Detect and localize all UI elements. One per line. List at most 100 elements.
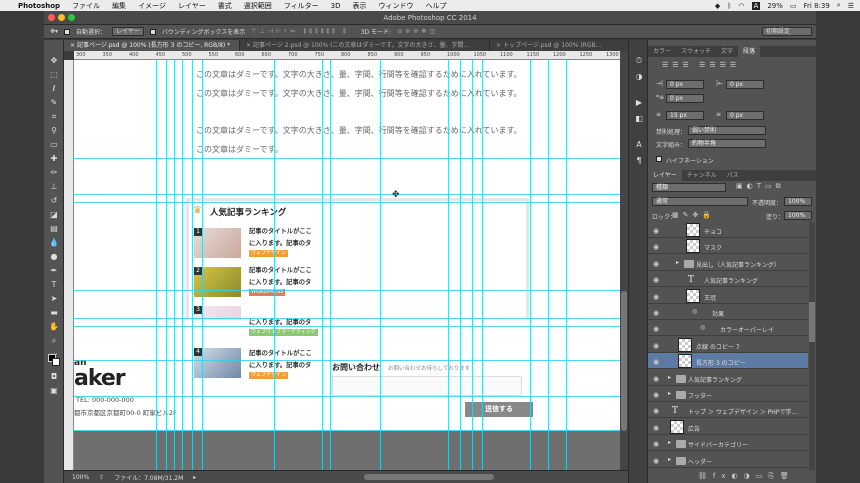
vertical-guide[interactable]	[448, 60, 449, 470]
space-before-field[interactable]: 15 px	[666, 111, 704, 120]
layer-thumbnail[interactable]	[686, 223, 700, 237]
adjust-panel-icon[interactable]: ◧	[634, 114, 644, 124]
indent-left-field[interactable]: 0 px	[666, 80, 704, 89]
marquee-tool-icon[interactable]: ⬚	[49, 70, 59, 80]
eye-icon[interactable]: ◉	[653, 342, 661, 350]
quick-mask-icon[interactable]: ◘	[49, 372, 59, 382]
3d-mode-icons[interactable]: ◎✢✢✥◫	[397, 28, 438, 35]
layer-row[interactable]: ◉ T トップ ＞ ウェブデザイン ＞ PHPで学…	[648, 402, 808, 419]
horizontal-guide[interactable]	[74, 326, 620, 327]
ruler-tool-icon[interactable]: ▭	[49, 140, 59, 150]
layer-row[interactable]: ◉ ▸ 見出し（人気記事ランキング）	[648, 255, 808, 271]
vertical-guide[interactable]	[174, 60, 175, 470]
rank-category-tag[interactable]: ウェブウェブマーケティング	[249, 329, 318, 336]
lock-icons[interactable]: ▦✎✥🔒	[672, 211, 715, 219]
footer-tel[interactable]: TEL: 000-000-000	[76, 396, 134, 404]
close-icon[interactable]: ×	[496, 42, 503, 49]
rank-category-tag[interactable]: ウェブデザイン	[249, 372, 289, 379]
vertical-guide[interactable]	[274, 60, 275, 470]
bluetooth-icon[interactable]: ᛒ	[727, 2, 731, 10]
type-tool-icon[interactable]: T	[49, 280, 59, 290]
contact-subtitle[interactable]: お問い合わせお待ちしております	[388, 364, 470, 372]
tab-document-3[interactable]: × トップページ.psd @ 100% (RGB…	[490, 40, 636, 51]
layer-name[interactable]: 人気記事ランキング	[704, 276, 758, 285]
layer-row[interactable]: ◉ ◎ カラーオーバーレイ	[648, 320, 808, 337]
horizontal-ruler[interactable]: 300 350 400 450 500 550 600 650 700 750 800 850 900 9…	[74, 51, 620, 60]
quick-select-tool-icon[interactable]: ✎	[49, 98, 59, 108]
menu-edit[interactable]: 編集	[112, 1, 126, 11]
pasteboard[interactable]: この文章はダミーです。文字の大きさ、量、字間、行間等を確認するために入れています…	[74, 60, 620, 470]
dropbox-icon[interactable]: ◆	[715, 2, 720, 10]
layer-row[interactable]: ◉ 点線 のコピー 7	[648, 337, 808, 353]
horizontal-guide[interactable]	[74, 396, 620, 397]
brush-tool-icon[interactable]: ✏	[49, 168, 59, 178]
paragraph-align-icons[interactable]: ☰☰☰ ☰☰☰☰	[662, 61, 740, 69]
history-panel-icon[interactable]: ⏱	[634, 56, 644, 66]
layer-name[interactable]: 見出し（人気記事ランキング）	[696, 260, 780, 269]
status-arrow-icon[interactable]: ▸	[193, 474, 196, 481]
eye-icon[interactable]: ◉	[653, 375, 661, 383]
workspace-dropdown[interactable]: 初期設定	[762, 27, 812, 36]
eye-icon[interactable]: ◉	[653, 260, 661, 268]
layer-name[interactable]: サイドバーカテゴリー	[688, 440, 748, 449]
shape-tool-icon[interactable]: ▬	[49, 308, 59, 318]
opacity-field[interactable]: 100%	[784, 197, 812, 206]
tab-paths[interactable]: パス	[722, 170, 744, 181]
vertical-guide[interactable]	[530, 60, 531, 470]
eye-icon[interactable]: ◉	[653, 309, 661, 317]
spotlight-icon[interactable]: ⌕	[837, 1, 841, 10]
clock[interactable]: Fri 8:39	[804, 2, 830, 10]
hand-tool-icon[interactable]: ✋	[49, 322, 59, 332]
horizontal-guide[interactable]	[74, 360, 620, 361]
layer-name[interactable]: 広告	[688, 424, 700, 433]
eye-icon[interactable]: ◉	[653, 325, 661, 333]
eye-icon[interactable]: ◉	[653, 391, 661, 399]
chevron-right-icon[interactable]: ▸	[668, 439, 671, 446]
vertical-ruler[interactable]	[64, 60, 74, 470]
align-icons[interactable]: ⊤⊥⊣⊢⊦⊨ ⫼⫼⫼⫼⫼⫼ ⫼	[251, 28, 348, 36]
contact-textarea[interactable]	[332, 376, 522, 396]
vertical-guide[interactable]	[482, 60, 483, 470]
layer-thumbnail[interactable]	[686, 288, 700, 303]
vertical-scroll-thumb[interactable]	[621, 291, 627, 431]
body-paragraph-1[interactable]: この文章はダミーです。文字の大きさ、量、字間、行間等を確認するために入れています…	[196, 66, 522, 103]
layer-row[interactable]: ◉ 王冠	[648, 288, 808, 304]
menu-select[interactable]: 選択範囲	[244, 1, 272, 11]
eye-icon[interactable]: ◉	[653, 358, 661, 366]
layer-thumbnail[interactable]	[670, 419, 684, 434]
eye-icon[interactable]: ◉	[653, 276, 661, 284]
layer-name[interactable]: 人気記事ランキング	[688, 375, 742, 384]
kinsoku-dropdown[interactable]: 弱い禁則	[688, 126, 766, 135]
rank-title-line1[interactable]: 記事のタイトルがここ	[249, 348, 312, 357]
eye-icon[interactable]: ◉	[653, 243, 661, 251]
export-icon[interactable]: ⇪	[99, 474, 104, 481]
rank-title-line2[interactable]: に入ります。記事のタ	[249, 360, 311, 369]
submit-button[interactable]: 送信する	[465, 402, 533, 417]
vertical-guide[interactable]	[380, 60, 381, 470]
eye-icon[interactable]: ◉	[653, 457, 661, 465]
body-paragraph-2[interactable]: この文章はダミーです。文字の大きさ、量、字間、行間等を確認するために入れています…	[196, 122, 522, 159]
vertical-guide[interactable]	[156, 60, 157, 470]
layer-thumbnail[interactable]	[678, 337, 692, 352]
menu-3d[interactable]: 3D	[331, 2, 341, 10]
chevron-right-icon[interactable]: ▸	[668, 456, 671, 463]
eye-icon[interactable]: ◉	[653, 424, 661, 432]
vertical-guide[interactable]	[330, 60, 331, 470]
horizontal-scroll-thumb[interactable]	[364, 474, 494, 480]
horizontal-guide[interactable]	[74, 202, 620, 203]
blend-mode-dropdown[interactable]: 通常	[652, 197, 748, 206]
vertical-guide[interactable]	[322, 60, 323, 470]
layer-filter-icons[interactable]: ▣◐T▭⧉	[736, 182, 785, 191]
layers-scroll-thumb[interactable]	[809, 302, 815, 342]
tab-document-2[interactable]: × 記事ページ 2.psd @ 100% (この文章はダミーです。文字の大きさ、…	[240, 40, 490, 51]
zoom-tool-icon[interactable]: ⌕	[49, 336, 59, 346]
tab-character[interactable]: 文字	[716, 46, 738, 57]
layer-name[interactable]: マスク	[704, 243, 722, 252]
menu-window[interactable]: ウィンドウ	[378, 1, 413, 11]
eye-icon[interactable]: ◉	[653, 227, 661, 235]
layers-scrollbar[interactable]	[809, 222, 815, 470]
tab-layers[interactable]: レイヤー	[648, 170, 682, 181]
zoom-window-button[interactable]	[68, 14, 75, 21]
indent-right-field[interactable]: 0 px	[726, 80, 764, 89]
rank-title-line2[interactable]: に入ります。記事のタ	[249, 238, 311, 247]
